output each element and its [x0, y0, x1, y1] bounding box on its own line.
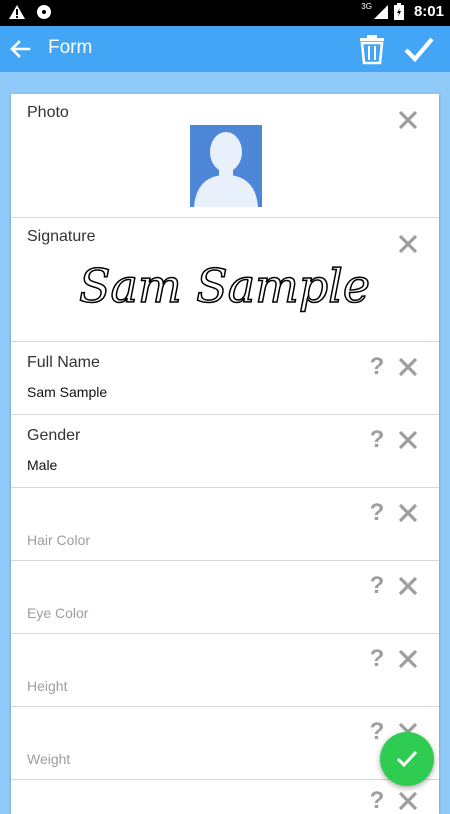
field-label: Height — [27, 678, 68, 694]
save-fab-button[interactable] — [380, 732, 434, 786]
close-icon[interactable] — [397, 648, 419, 670]
help-icon[interactable]: ? — [369, 789, 385, 813]
status-bar: 3G 8:01 — [0, 0, 450, 26]
field-label: Gender — [27, 427, 81, 444]
signature-text: Sam Sample — [79, 259, 370, 313]
help-icon[interactable]: ? — [369, 428, 385, 452]
disc-icon — [37, 5, 51, 19]
field-label: Hair Color — [27, 532, 91, 548]
field-hair-color[interactable]: Hair Color ? — [11, 488, 439, 561]
field-next-partial[interactable]: ? — [11, 780, 439, 814]
check-icon[interactable] — [402, 33, 436, 65]
field-label: Eye Color — [27, 605, 89, 621]
network-type: 3G — [361, 2, 372, 11]
help-icon[interactable]: ? — [369, 720, 385, 744]
field-full-name[interactable]: Full Name Sam Sample ? — [11, 342, 439, 415]
field-height[interactable]: Height ? — [11, 634, 439, 707]
field-weight[interactable]: Weight ? — [11, 707, 439, 780]
close-icon[interactable] — [397, 233, 419, 255]
back-arrow-icon[interactable] — [6, 35, 34, 63]
field-value: Male — [27, 457, 58, 473]
field-value: Sam Sample — [27, 384, 108, 400]
trash-icon[interactable] — [358, 33, 386, 65]
close-icon[interactable] — [397, 502, 419, 524]
close-icon[interactable] — [397, 790, 419, 812]
help-icon[interactable]: ? — [369, 647, 385, 671]
page-title: Form — [48, 37, 93, 58]
field-gender[interactable]: Gender Male ? — [11, 415, 439, 488]
avatar-silhouette-icon — [194, 132, 258, 207]
signal-icon — [373, 4, 388, 19]
warning-icon — [9, 5, 25, 19]
app-bar: Form — [0, 26, 450, 72]
help-icon[interactable]: ? — [369, 574, 385, 598]
help-icon[interactable]: ? — [369, 355, 385, 379]
status-time: 8:01 — [413, 3, 444, 20]
field-photo: Photo — [11, 94, 439, 218]
field-eye-color[interactable]: Eye Color ? — [11, 561, 439, 634]
close-icon[interactable] — [397, 356, 419, 378]
close-icon[interactable] — [397, 575, 419, 597]
field-label: Weight — [27, 751, 71, 767]
close-icon[interactable] — [397, 429, 419, 451]
field-signature: Signature Sam Sample — [11, 218, 439, 342]
help-icon[interactable]: ? — [369, 501, 385, 525]
battery-icon — [393, 3, 404, 20]
signature-image: Sam Sample — [78, 258, 371, 314]
check-fab-icon — [396, 750, 418, 768]
field-label: Full Name — [27, 354, 100, 371]
form-card: Photo Signature Sam Sample Full Name Sam… — [11, 94, 439, 814]
close-icon[interactable] — [397, 109, 419, 131]
photo-thumbnail[interactable] — [190, 125, 262, 207]
field-label: Photo — [27, 104, 69, 121]
